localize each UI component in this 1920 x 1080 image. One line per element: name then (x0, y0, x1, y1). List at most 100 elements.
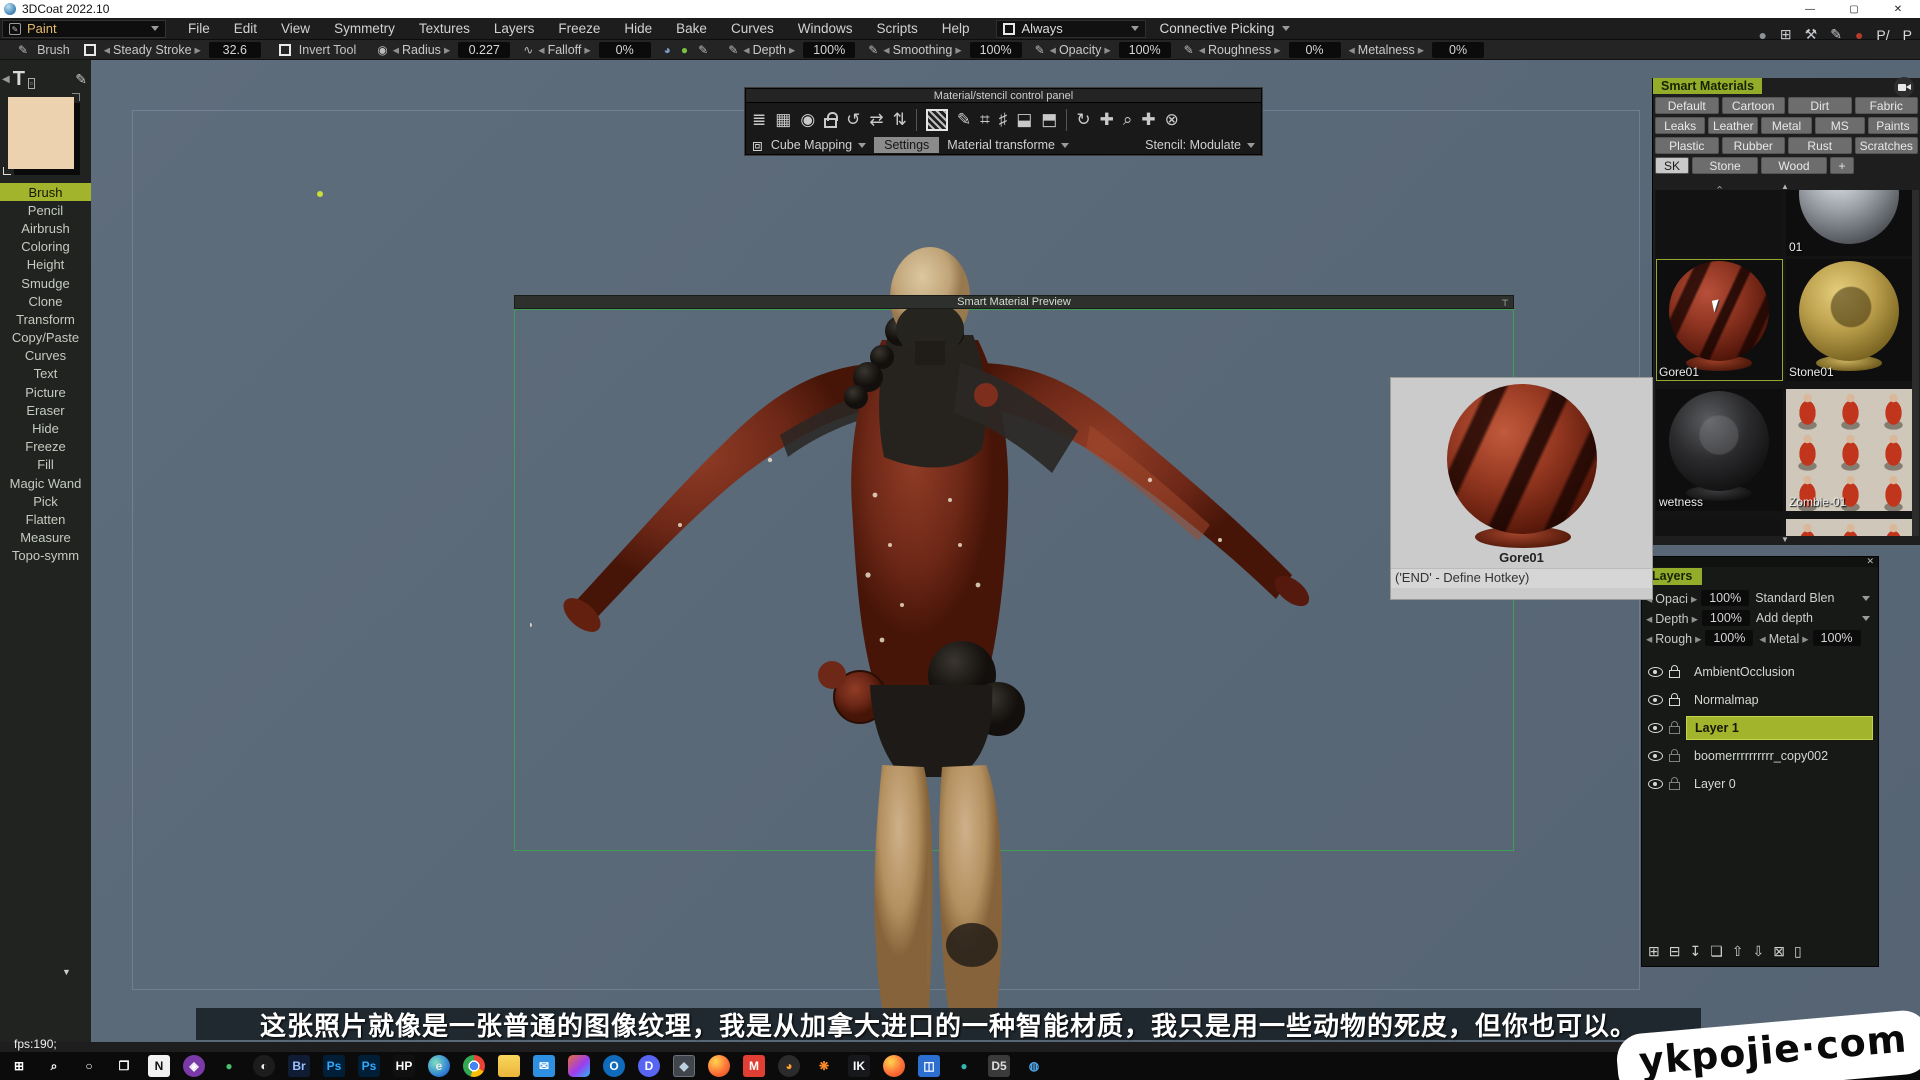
depth-value[interactable]: 100% (803, 42, 855, 58)
pen-pressure-icon[interactable]: ✎ (728, 43, 738, 57)
grid-large-icon[interactable]: ♯ (999, 111, 1008, 128)
radius-label[interactable]: Radius (393, 42, 450, 57)
tool-item-airbrush[interactable]: Airbrush (0, 219, 91, 237)
category-sk[interactable]: SK (1655, 157, 1689, 174)
picking-mode-dropdown[interactable]: Connective Picking (1160, 21, 1291, 36)
brushes-icon[interactable]: ✎ (1830, 26, 1842, 43)
category-scratches[interactable]: Scratches (1855, 137, 1919, 154)
visibility-eye-icon[interactable] (1648, 695, 1663, 705)
photoshop-icon[interactable]: Ps (358, 1055, 380, 1077)
notion-icon[interactable]: N (148, 1055, 170, 1077)
lasso-icon[interactable]: ∿ (523, 43, 533, 57)
menu-edit[interactable]: Edit (234, 21, 257, 36)
pen-pressure-icon[interactable]: ✎ (868, 43, 878, 57)
materials-scrollbar[interactable] (1912, 190, 1919, 536)
app-dark-icon[interactable]: ◐ (253, 1055, 275, 1077)
stencil-mode-dropdown[interactable]: Stencil: Modulate (1145, 138, 1255, 152)
layer-metal-value[interactable]: 100% (1813, 630, 1861, 646)
roughness-label[interactable]: Roughness (1199, 42, 1281, 57)
material-transform-dropdown[interactable]: Material transforme (947, 138, 1069, 152)
color-swatch[interactable] (8, 97, 74, 169)
tool-item-hide[interactable]: Hide (0, 419, 91, 437)
layer-opacity-label[interactable]: Opaci (1646, 591, 1697, 606)
smart-material-preview-bar[interactable]: Smart Material Preview ⊤ (514, 295, 1514, 309)
tool-item-transform[interactable]: Transform (0, 310, 91, 328)
invert-tool-checkbox[interactable] (279, 44, 291, 56)
mail-icon[interactable]: ✉ (533, 1055, 555, 1077)
category-leather[interactable]: Leather (1708, 117, 1758, 134)
tool-item-pencil[interactable]: Pencil (0, 201, 91, 219)
mapping-dropdown[interactable]: Cube Mapping (771, 138, 866, 152)
lock-icon[interactable] (1669, 670, 1680, 678)
tool-item-brush[interactable]: Brush (0, 183, 91, 201)
visibility-eye-icon[interactable] (1648, 667, 1663, 677)
customize-tools-icon[interactable]: ⚒ (1805, 26, 1818, 43)
layer-rough-label[interactable]: Rough (1646, 631, 1701, 646)
scroll-down-icon[interactable]: ▼ (62, 967, 71, 977)
tool-item-flatten[interactable]: Flatten (0, 510, 91, 528)
tool-item-clone[interactable]: Clone (0, 292, 91, 310)
collapse-left-icon[interactable]: ◀ (2, 74, 10, 85)
layer-row-ambientocclusion[interactable]: AmbientOcclusion (1642, 658, 1878, 686)
category-default[interactable]: Default (1655, 97, 1719, 114)
zoom-icon[interactable]: ⌕ (1123, 111, 1133, 128)
add-folder-icon[interactable]: ⊟ (1669, 943, 1681, 960)
tool-item-height[interactable]: Height (0, 256, 91, 274)
app-blue-circle-icon[interactable]: ◍ (1023, 1055, 1045, 1077)
lock-icon[interactable] (1669, 754, 1680, 762)
davinci-icon[interactable] (568, 1055, 590, 1077)
search-icon[interactable]: ⌕ (43, 1055, 65, 1077)
category-wood[interactable]: Wood (1761, 157, 1827, 174)
app-d5-icon[interactable]: D5 (988, 1055, 1010, 1077)
settings-button[interactable]: Settings (874, 137, 939, 153)
room-mode-dropdown[interactable]: ✎ Paint (2, 20, 166, 38)
move-icon[interactable]: ✚ (1100, 111, 1114, 128)
p-slash-icon[interactable]: P/ (1876, 27, 1889, 43)
close-circle-icon[interactable]: ⊗ (1165, 111, 1179, 128)
sphere-blue-icon[interactable]: ◕ (664, 43, 671, 57)
rotate-icon[interactable]: ↻ (1076, 111, 1090, 128)
layer-row-layer0[interactable]: Layer 0 (1642, 770, 1878, 798)
material-tile-wetness[interactable]: wetness (1656, 389, 1783, 511)
layer-rough-value[interactable]: 100% (1705, 630, 1753, 646)
active-3dcoat-icon[interactable]: ◆ (673, 1055, 695, 1077)
cortana-icon[interactable]: ○ (78, 1055, 100, 1077)
layer-row-layer1[interactable]: Layer 1 (1642, 714, 1878, 742)
discord-icon[interactable]: D (638, 1055, 660, 1077)
reset-rotation-icon[interactable]: ↺ (846, 111, 860, 128)
visibility-eye-icon[interactable] (1648, 779, 1663, 789)
layer-row-normalmap[interactable]: Normalmap (1642, 686, 1878, 714)
edge-icon[interactable]: e (428, 1055, 450, 1077)
file-explorer-icon[interactable] (498, 1055, 520, 1077)
tool-item-curves[interactable]: Curves (0, 347, 91, 365)
ik-icon[interactable]: IK (848, 1055, 870, 1077)
swap-horizontal-icon[interactable]: ⇄ (869, 111, 883, 128)
category-ms[interactable]: MS (1815, 117, 1865, 134)
stencil-pattern-icon[interactable] (926, 109, 948, 131)
tool-item-topo-symm[interactable]: Topo-symm (0, 547, 91, 565)
category-leaks[interactable]: Leaks (1655, 117, 1705, 134)
menu-layers[interactable]: Layers (494, 21, 535, 36)
category-rust[interactable]: Rust (1788, 137, 1852, 154)
panels-icon[interactable]: ⊞ (1780, 26, 1792, 43)
firefox-icon[interactable] (708, 1055, 730, 1077)
hp-icon[interactable]: HP (393, 1055, 415, 1077)
metalness-value[interactable]: 0% (1432, 42, 1484, 58)
menu-bake[interactable]: Bake (676, 21, 707, 36)
metalness-label[interactable]: Metalness (1349, 42, 1425, 57)
material-empty-slot[interactable] (1656, 190, 1783, 256)
move-up-icon[interactable]: ⇧ (1732, 943, 1744, 960)
menu-view[interactable]: View (281, 21, 310, 36)
scroll-down-icon[interactable]: ▼ (1781, 535, 1789, 544)
chrome-icon[interactable] (463, 1055, 485, 1077)
tool-item-freeze[interactable]: Freeze (0, 438, 91, 456)
app-teal-icon[interactable]: ● (953, 1055, 975, 1077)
tool-item-magic-wand[interactable]: Magic Wand (0, 474, 91, 492)
material-ball-icon[interactable]: ● (1855, 27, 1863, 43)
save-icon[interactable]: ⬓ (1016, 111, 1032, 128)
import-layer-icon[interactable]: ↧ (1689, 943, 1701, 960)
material-tile-zombie01[interactable]: Zombie-01 (1786, 389, 1913, 511)
depth-label[interactable]: Depth (743, 42, 795, 57)
symmetry-sphere-icon[interactable]: ◉ (377, 43, 387, 57)
layer-depth-value[interactable]: 100% (1702, 610, 1750, 626)
